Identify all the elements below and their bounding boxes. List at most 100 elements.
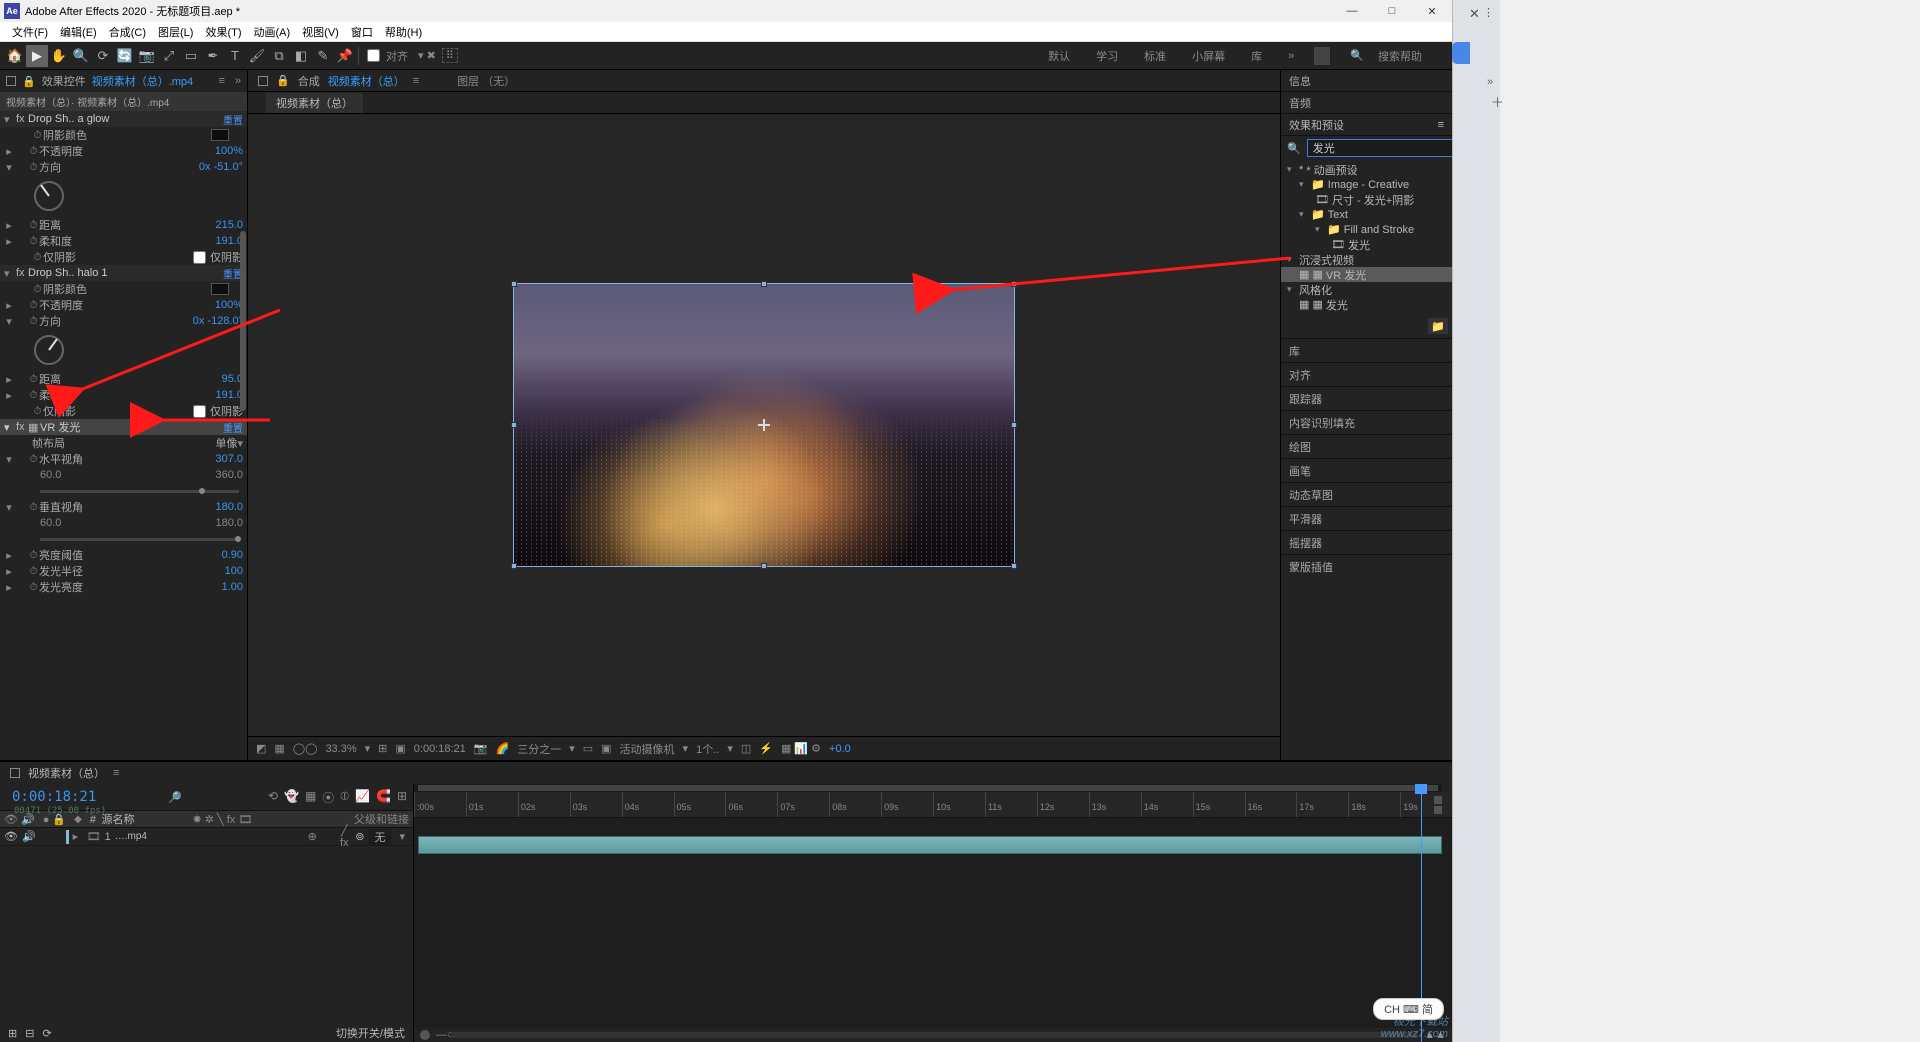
stopwatch-icon[interactable]: ⏱ (28, 550, 39, 561)
panel-tracker[interactable]: 跟踪器 (1281, 386, 1452, 410)
panel-more-icon[interactable]: » (235, 75, 241, 87)
outer-chevron-icon[interactable]: » (1487, 76, 1493, 88)
new-bin-icon[interactable]: 📁 (1428, 318, 1448, 334)
eraser-tool-icon[interactable]: ◧ (290, 45, 312, 67)
fx-vr-glow-header[interactable]: ▾ fx ▦ VR 发光 重置 (0, 419, 247, 435)
pen-tool-icon[interactable]: ✒ (202, 45, 224, 67)
fx-hw-icon[interactable]: ▦ (28, 421, 40, 434)
fx-enable-icon[interactable]: fx (16, 113, 28, 125)
framemix-icon[interactable]: ⟳ (42, 1027, 51, 1040)
zoom-tool-icon[interactable]: 🔍 (70, 45, 92, 67)
track-area[interactable] (414, 818, 1452, 1028)
dropdown-icon[interactable]: ▾ (365, 742, 371, 755)
time-ruler[interactable]: :00s01s02s03s04s05s06s07s08s09s10s11s12s… (414, 792, 1452, 818)
menu-effect[interactable]: 效果(T) (199, 22, 247, 42)
effects-tree[interactable]: ▾* * 动画预设 ▾📁 Image - Creative 🎞 尺寸 - 发光+… (1281, 160, 1452, 314)
timeline-dock-icon[interactable] (10, 768, 20, 778)
effect-list[interactable]: ▾ fx Drop Sh.. a glow 重置 ⏱阴影颜色 ▸⏱不透明度100… (0, 111, 247, 760)
region-icon[interactable]: ▭ (583, 742, 593, 755)
tree-stylize[interactable]: ▾风格化 (1281, 282, 1452, 297)
menu-anim[interactable]: 动画(A) (248, 22, 297, 42)
fx-toggle-icon[interactable]: ▾ (4, 421, 16, 434)
parent-dropdown[interactable]: 无 (368, 829, 391, 845)
layer-vis-icon[interactable]: 👁 (4, 830, 18, 843)
handle-br[interactable] (1011, 563, 1017, 569)
snapshot-icon[interactable]: 📷 (474, 742, 488, 755)
panbehind-tool-icon[interactable]: ⤢ (158, 45, 180, 67)
info-panel-header[interactable]: 信息 (1281, 70, 1452, 92)
outer-tab-active[interactable] (1452, 42, 1470, 64)
frame-layout-dropdown[interactable]: 单像 (215, 435, 237, 451)
timeline-layer-1[interactable]: 👁 🔊 ▸ 🎞 1 ….mp4 ⊕ ╱ fx ⊚ 无 ▾ (0, 828, 413, 846)
tree-fill-stroke[interactable]: ▾📁 Fill and Stroke (1281, 222, 1452, 237)
workspace-libs[interactable]: 库 (1243, 44, 1270, 68)
vfov-slider[interactable] (0, 531, 247, 547)
collapse-icon[interactable]: ⊞ (8, 1027, 17, 1040)
tree-text-glow[interactable]: 🎞 发光 (1281, 237, 1452, 252)
layer-color-icon[interactable] (66, 830, 69, 844)
shy-icon[interactable]: 👻 (284, 789, 299, 806)
anchor-point-icon[interactable] (758, 419, 770, 431)
snap-edge-icon[interactable]: ⠿ (442, 48, 458, 63)
composition-viewer[interactable] (248, 114, 1280, 736)
comp-canvas[interactable] (514, 284, 1014, 566)
alpha-icon[interactable]: ◯◯ (293, 742, 318, 755)
parent-pickwhip-icon[interactable]: ⊚ (355, 830, 364, 843)
res-full-icon[interactable]: ⊞ (378, 742, 387, 755)
camera-dd[interactable]: 活动摄像机 (620, 741, 675, 757)
tree-immersive[interactable]: ▾沉浸式视频 (1281, 252, 1452, 267)
stopwatch-icon[interactable]: ⏱ (28, 162, 39, 173)
zoomframe-icon[interactable]: ⊟ (25, 1027, 34, 1040)
zoom-value[interactable]: 33.3% (325, 743, 356, 755)
type-tool-icon[interactable]: T (224, 45, 246, 67)
shadowonly-checkbox-2[interactable] (193, 405, 206, 418)
help-search[interactable]: 🔍 搜索帮助 (1342, 40, 1438, 72)
stopwatch-icon[interactable]: ⏱ (28, 566, 39, 577)
comp-switch-icon[interactable]: ⟲ (268, 789, 278, 806)
channel-icon[interactable]: 🌈 (496, 742, 510, 755)
direction-dial-2[interactable] (0, 329, 247, 371)
outer-menu-icon[interactable]: ⋮ (1483, 6, 1494, 19)
panel-motsketch[interactable]: 动态草图 (1281, 482, 1452, 506)
stopwatch-icon[interactable]: ⏱ (28, 502, 39, 513)
menu-comp[interactable]: 合成(C) (103, 22, 152, 42)
effect-controls-tab[interactable]: 🔒 效果控件 视频素材（总）.mp4 ≡ » (0, 70, 247, 92)
menu-window[interactable]: 窗口 (345, 22, 379, 42)
time-navigator[interactable] (414, 784, 1442, 792)
menu-help[interactable]: 帮助(H) (379, 22, 428, 42)
layer-1-bar[interactable] (418, 836, 1442, 854)
effects-search[interactable]: 🔍 ✕ (1281, 136, 1452, 160)
zoom-out-icon[interactable] (420, 1030, 430, 1040)
panel-lock-icon[interactable]: 🔒 (22, 75, 36, 88)
dropdown-icon[interactable]: ▾ (727, 742, 733, 755)
fx-enable-icon[interactable]: fx (16, 267, 28, 279)
stopwatch-icon[interactable]: ⏱ (28, 300, 39, 311)
snap-icon[interactable]: 🧲 (376, 789, 391, 806)
viewer-dock-icon[interactable] (258, 76, 268, 86)
puppet-tool-icon[interactable]: 📌 (334, 45, 356, 67)
dropdown-icon[interactable]: ▾ (569, 742, 575, 755)
panel-wiggler[interactable]: 摇摆器 (1281, 530, 1452, 554)
stopwatch-icon[interactable]: ⏱ (28, 374, 39, 385)
menu-file[interactable]: 文件(F) (6, 22, 54, 42)
stopwatch-icon[interactable]: ⏱ (28, 454, 39, 465)
tree-text-folder[interactable]: ▾📁 Text (1281, 207, 1452, 222)
panel-maskinterp[interactable]: 蒙版插值 (1281, 554, 1452, 578)
clone-tool-icon[interactable]: ⧉ (268, 45, 290, 67)
maximize-button[interactable]: □ (1372, 0, 1412, 22)
panel-library[interactable]: 库 (1281, 338, 1452, 362)
fx-toggle-icon[interactable]: ▾ (4, 267, 16, 280)
brush-tool-icon[interactable]: 🖌 (246, 45, 268, 67)
draft3d-icon[interactable]: ▦ (305, 789, 316, 806)
sw-1[interactable]: ⊕ (305, 830, 319, 843)
close-button[interactable]: ✕ (1412, 0, 1452, 22)
effects-presets-header[interactable]: 效果和预设≡ (1281, 114, 1452, 136)
stopwatch-icon[interactable]: ⏱ (28, 390, 39, 401)
stopwatch-icon[interactable]: ⏱ (32, 252, 43, 263)
panel-brushes[interactable]: 画笔 (1281, 458, 1452, 482)
timeline-tab[interactable]: 视频素材（总） (28, 765, 105, 781)
framemix-icon[interactable]: ⦿ (322, 789, 334, 806)
handle-tc[interactable] (761, 281, 767, 287)
outer-newtab-icon[interactable]: ＋ (1491, 92, 1504, 111)
panel-smoother[interactable]: 平滑器 (1281, 506, 1452, 530)
